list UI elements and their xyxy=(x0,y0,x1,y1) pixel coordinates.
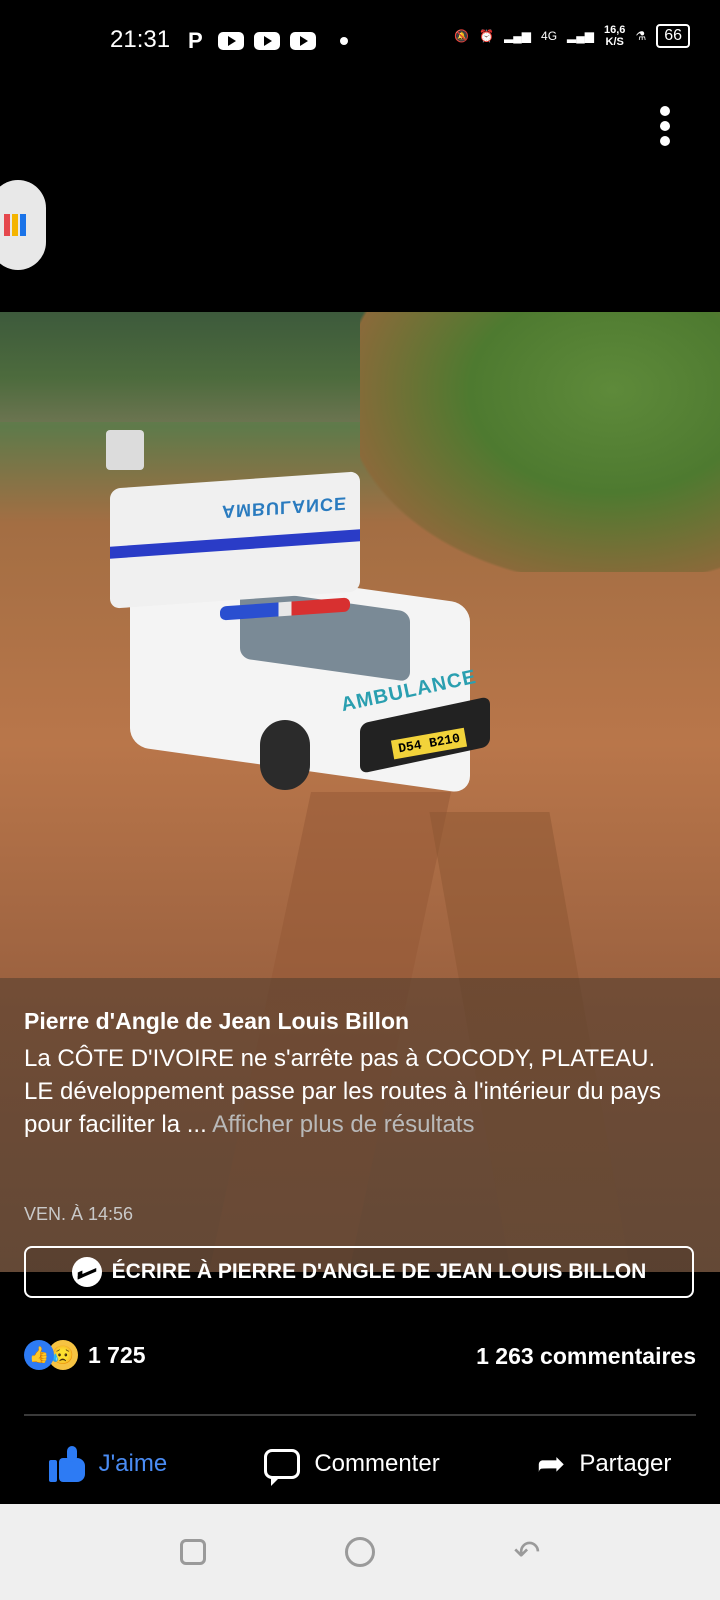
recent-apps-icon[interactable] xyxy=(179,1539,206,1565)
back-icon[interactable]: ↶ xyxy=(514,1536,541,1568)
post-author[interactable]: Pierre d'Angle de Jean Louis Billon xyxy=(24,1008,409,1035)
clock: 21:31 xyxy=(110,26,171,53)
more-options-icon[interactable] xyxy=(660,106,670,146)
home-icon[interactable] xyxy=(344,1537,375,1567)
comment-button[interactable]: Commenter xyxy=(264,1449,440,1486)
comment-bubble-icon xyxy=(264,1449,301,1486)
caption-line: La CÔTE D'IVOIRE ne s'arrête pas à COCOD… xyxy=(24,1045,656,1072)
alarm-icon: ⏰ xyxy=(479,29,495,43)
messenger-icon xyxy=(71,1257,102,1287)
ambulance-vehicle: AMBULANCE AMBULANCE D54 B210 xyxy=(110,471,500,800)
status-bar: 21:31 P 🔕 ⏰ ▂▄▆ 4G ▂▄▆ 16,6 K/S ⚗ 66 xyxy=(0,0,720,80)
ambulance-wheel xyxy=(260,720,310,790)
reaction-count: 1 725 xyxy=(88,1341,146,1368)
youtube-icon xyxy=(218,32,244,50)
thumbs-up-icon xyxy=(48,1446,85,1482)
network-type: 4G xyxy=(541,29,558,43)
network-speed: 16,6 K/S xyxy=(604,24,626,48)
share-arrow-icon: ➦ xyxy=(536,1445,566,1483)
floating-app-bubble[interactable] xyxy=(0,180,46,270)
comment-count[interactable]: 1 263 commentaires xyxy=(476,1343,696,1370)
system-navigation-bar: ↶ xyxy=(0,1504,720,1600)
post-actions: J'aime Commenter ➦ Partager xyxy=(0,1434,720,1494)
notification-icons: P xyxy=(188,28,348,54)
like-label: J'aime xyxy=(98,1450,168,1477)
comment-label: Commenter xyxy=(314,1450,440,1477)
share-button[interactable]: ➦ Partager xyxy=(537,1447,672,1481)
message-page-button[interactable]: ÉCRIRE À PIERRE D'ANGLE DE JEAN LOUIS BI… xyxy=(24,1246,694,1298)
message-button-label: ÉCRIRE À PIERRE D'ANGLE DE JEAN LOUIS BI… xyxy=(111,1260,647,1283)
battery-indicator: 66 xyxy=(656,24,690,48)
more-notifications-dot-icon xyxy=(340,37,348,45)
see-more-link[interactable]: Afficher plus de résultats xyxy=(212,1111,474,1138)
system-icons: 🔕 ⏰ ▂▄▆ 4G ▂▄▆ 16,6 K/S ⚗ 66 xyxy=(454,24,690,48)
ambulance-box: AMBULANCE xyxy=(110,471,360,609)
post-caption[interactable]: La CÔTE D'IVOIRE ne s'arrête pas à COCOD… xyxy=(24,1042,704,1141)
post-timestamp: VEN. À 14:56 xyxy=(24,1204,134,1224)
signal-icon: ▂▄▆ xyxy=(504,29,532,43)
p-app-icon: P xyxy=(188,28,203,53)
like-reaction-icon: 👍 xyxy=(24,1340,54,1370)
flask-icon: ⚗ xyxy=(635,29,647,43)
divider xyxy=(24,1414,696,1416)
like-button[interactable]: J'aime xyxy=(48,1446,168,1482)
signal-icon: ▂▄▆ xyxy=(567,29,595,43)
mute-icon: 🔕 xyxy=(454,29,470,43)
distant-truck xyxy=(106,430,144,470)
youtube-icon xyxy=(254,32,280,50)
share-label: Partager xyxy=(579,1450,672,1477)
youtube-icon xyxy=(290,32,316,50)
reactions-summary[interactable]: 👍 😥 1 725 xyxy=(24,1340,146,1370)
ambulance-box-lettering: AMBULANCE xyxy=(222,493,347,522)
